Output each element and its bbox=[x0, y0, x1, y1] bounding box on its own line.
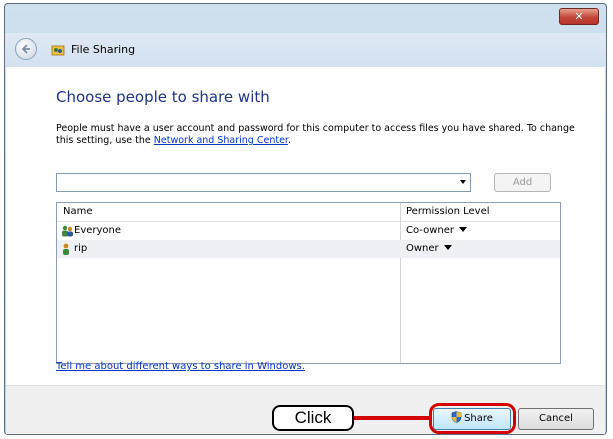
page-heading: Choose people to share with bbox=[56, 88, 270, 106]
back-arrow-icon bbox=[21, 44, 30, 54]
description-prefix: People must have a user account and pass… bbox=[56, 123, 575, 146]
add-button-label: Add bbox=[512, 177, 533, 188]
name-column-header[interactable]: Name bbox=[63, 206, 93, 217]
callout-connector bbox=[354, 416, 430, 420]
close-button[interactable]: ✕ bbox=[559, 8, 599, 25]
dropdown-arrow-icon[interactable] bbox=[458, 227, 467, 232]
permission-dropdown[interactable]: Co-owner bbox=[406, 225, 467, 236]
user-name: Everyone bbox=[74, 225, 122, 236]
list-item[interactable]: Everyone Co-owner bbox=[57, 222, 560, 240]
user-select-combobox[interactable] bbox=[56, 173, 471, 192]
users-permission-list: Name Permission Level Everyone Co-owner … bbox=[56, 202, 561, 364]
chevron-down-icon[interactable] bbox=[460, 180, 466, 184]
group-users-icon bbox=[62, 225, 73, 237]
user-name: rip bbox=[74, 243, 88, 254]
description-suffix: . bbox=[287, 135, 291, 146]
cancel-button-label: Cancel bbox=[539, 413, 573, 424]
callout-highlight-ring bbox=[429, 403, 516, 434]
cancel-button[interactable]: Cancel bbox=[518, 408, 594, 430]
content-area: Choose people to share with People must … bbox=[6, 67, 605, 385]
description-text: People must have a user account and pass… bbox=[56, 123, 576, 147]
file-sharing-icon bbox=[51, 45, 65, 56]
permission-column-header[interactable]: Permission Level bbox=[406, 206, 490, 217]
permission-value: Co-owner bbox=[406, 225, 454, 236]
list-header: Name Permission Level bbox=[57, 203, 560, 222]
navigation-bar: File Sharing bbox=[5, 33, 606, 67]
dropdown-arrow-icon[interactable] bbox=[443, 245, 452, 250]
click-callout: Click bbox=[272, 405, 354, 431]
add-button[interactable]: Add bbox=[494, 173, 551, 192]
back-button[interactable] bbox=[15, 38, 37, 60]
list-item[interactable]: rip Owner bbox=[57, 240, 560, 258]
network-sharing-center-link[interactable]: Network and Sharing Center bbox=[154, 135, 288, 146]
permission-value: Owner bbox=[406, 243, 439, 254]
title-bar: ✕ bbox=[5, 4, 606, 34]
permission-dropdown[interactable]: Owner bbox=[406, 243, 452, 254]
window-title: File Sharing bbox=[71, 43, 136, 56]
user-icon bbox=[63, 243, 69, 255]
close-icon: ✕ bbox=[574, 10, 584, 23]
help-link[interactable]: Tell me about different ways to share in… bbox=[56, 361, 305, 372]
